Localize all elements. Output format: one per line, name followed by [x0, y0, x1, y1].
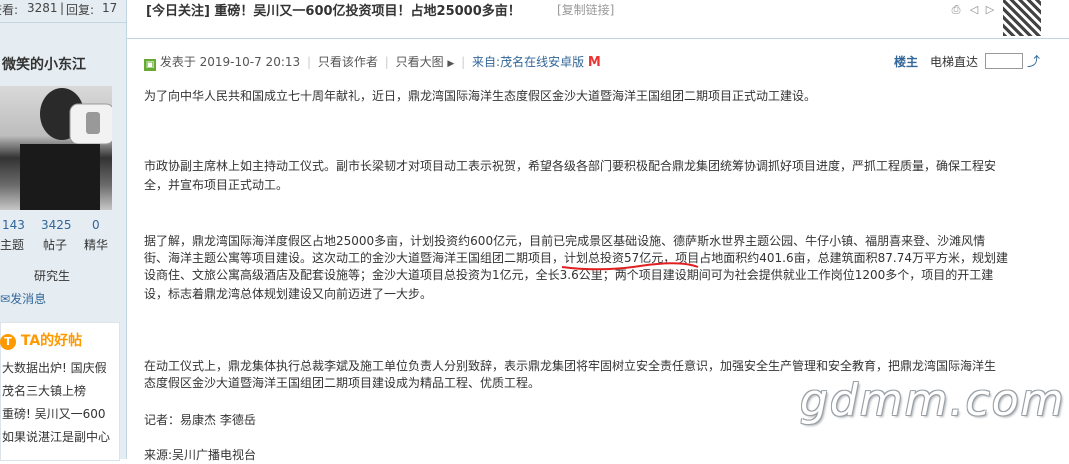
post-meta: ▣ 发表于 2019-10-7 20:13 | 只看该作者 | 只看大图 ▶ |…: [144, 53, 601, 71]
avatar[interactable]: [0, 86, 112, 210]
author-name[interactable]: 微笑的小东江: [2, 54, 86, 74]
replies-count: 17: [102, 1, 118, 15]
go-icon[interactable]: ⤴: [1027, 51, 1040, 70]
post-paragraph: 在动工仪式上，鼎龙集体执行总裁李斌及施工单位负责人分别致辞，表示鼎龙集团将牢固树…: [144, 359, 997, 373]
author-topics-count[interactable]: 143: [2, 218, 25, 232]
post-paragraph: 据了解，鼎龙湾国际海洋度假区占地25000多亩，计划投资约600亿元，目前已完成…: [144, 234, 986, 248]
ta-post-link[interactable]: 重磅! 吴川又一600: [2, 405, 106, 422]
copy-link-button[interactable]: [复制链接]: [557, 1, 614, 18]
thread-stats-bar: 查看: 3281 | 回复: 17: [0, 0, 126, 23]
post-paragraph: 全，并宣布项目正式动工。: [144, 178, 289, 192]
post-paragraph: 市政协副主席林上如主持动工仪式。副市长梁韧才对项目动工表示祝贺，希望各级各部门要…: [144, 159, 997, 173]
m-logo-icon: M: [587, 55, 601, 70]
author-digest-count[interactable]: 0: [92, 218, 100, 232]
ta-posts-title: T TA的好帖: [0, 330, 82, 350]
author-topics-label: 主题: [0, 238, 25, 252]
qr-code-icon[interactable]: [1003, 0, 1041, 36]
post-paragraph: 为了向中华人民共和国成立七十周年献礼，近日，鼎龙湾国际海洋生态度假区金沙大道暨海…: [144, 89, 817, 103]
only-author-link[interactable]: 只看该作者: [318, 55, 378, 69]
stats-separator: |: [60, 1, 65, 15]
ta-post-link[interactable]: 大数据出炉! 国庆假: [2, 359, 107, 376]
watermark-logo: gdmm.com: [800, 375, 1066, 426]
replies-label: 回复:: [66, 3, 95, 17]
only-images-link[interactable]: 只看大图: [396, 55, 444, 69]
ta-post-link[interactable]: 茂名三大镇上榜: [2, 382, 86, 399]
author-posts-label: 帖子: [43, 238, 68, 252]
author-posts-count[interactable]: 3425: [41, 218, 72, 232]
prev-thread-icon[interactable]: ◁: [968, 4, 980, 16]
meta-sep: |: [306, 55, 312, 69]
views-label: 查看:: [0, 3, 19, 17]
views-count: 3281: [27, 1, 58, 15]
elevator-label: 电梯直达: [930, 55, 979, 69]
ta-posts-title-text: TA的好帖: [20, 333, 83, 349]
print-icon[interactable]: ⎙: [950, 4, 962, 16]
next-thread-icon[interactable]: ▷: [984, 4, 996, 16]
avatar-photo: [20, 88, 112, 210]
fire-icon: T: [0, 334, 16, 350]
author-rank: 研究生: [34, 269, 71, 283]
post-source[interactable]: 来自:茂名在线安卓版: [472, 55, 584, 69]
thread-title: [今日关注] 重磅！吴川又一600亿投资项目！占地25000多亩！: [146, 4, 521, 19]
post-icon: ▣: [144, 59, 156, 71]
ta-post-link[interactable]: 如果说湛江是副中心: [2, 428, 110, 445]
louzhu-label: 楼主: [894, 55, 919, 69]
send-message-label: 发消息: [10, 292, 47, 306]
elevator-input[interactable]: [985, 53, 1023, 69]
envelope-icon: ✉: [0, 292, 11, 306]
send-message-link[interactable]: ✉发消息: [0, 290, 46, 307]
meta-sep: |: [384, 55, 389, 69]
author-digest-label: 精华: [84, 238, 109, 252]
post-time: 发表于 2019-10-7 20:13: [159, 55, 301, 69]
post-paragraph: 来源:吴川广播电视台: [144, 448, 257, 462]
caret-right-icon: ▶: [447, 59, 455, 69]
red-underline-mark: [561, 262, 699, 271]
meta-sep: |: [461, 55, 466, 69]
post-paragraph: 设，标志着鼎龙湾总体规划建设又向前迈进了一大步。: [144, 287, 433, 301]
